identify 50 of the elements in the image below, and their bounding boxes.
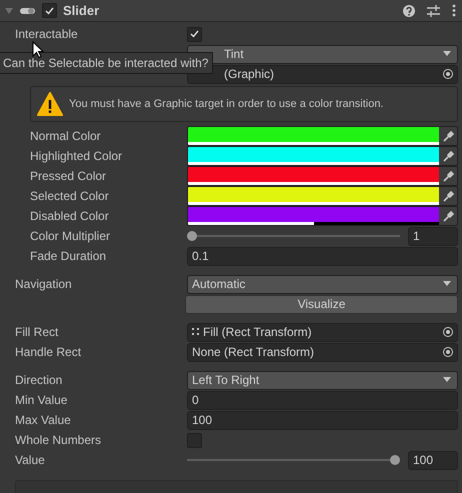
number-field[interactable]: 100 <box>187 410 458 430</box>
cursor-icon <box>32 41 44 58</box>
object-field[interactable]: Fill (Rect Transform) <box>187 322 458 342</box>
number-field[interactable]: 100 <box>408 450 458 470</box>
warning-icon <box>37 92 63 116</box>
number-field[interactable]: 0 <box>187 390 458 410</box>
visualize-button[interactable]: Visualize <box>185 294 458 314</box>
dropdown[interactable]: Automatic <box>187 274 458 294</box>
field-label: Whole Numbers <box>15 433 102 447</box>
number-field[interactable]: 0.1 <box>187 246 458 266</box>
field-label: Highlighted Color <box>30 149 124 163</box>
target-icon[interactable] <box>442 346 454 358</box>
field-label: Normal Color <box>30 129 102 143</box>
component-title: Slider <box>63 3 100 18</box>
field-label: Value <box>15 453 46 467</box>
field-label: Disabled Color <box>30 209 110 223</box>
enable-checkbox[interactable] <box>42 3 57 18</box>
warning-text: You must have a Graphic target in order to use a color transition. <box>69 98 384 110</box>
sliders-icon[interactable] <box>427 4 440 16</box>
slider-thumb[interactable] <box>390 455 400 465</box>
caret-icon <box>442 51 452 57</box>
field-label: Max Value <box>15 413 72 427</box>
tooltip: Can the Selectable be interacted with? <box>0 52 214 74</box>
dropdown[interactable]: Left To Right <box>187 370 458 390</box>
field-label: Fade Duration <box>30 249 108 263</box>
field-label: Direction <box>15 373 64 387</box>
slider-track[interactable] <box>187 455 400 465</box>
checkmark-icon <box>190 30 199 38</box>
field-label: Navigation <box>15 277 73 291</box>
slider-track[interactable] <box>187 231 400 241</box>
caret-icon <box>442 281 452 287</box>
number-field[interactable]: 1 <box>408 226 458 246</box>
target-icon[interactable] <box>442 68 454 80</box>
field-label: Color Multiplier <box>30 229 112 243</box>
target-icon[interactable] <box>442 326 454 338</box>
checkbox[interactable] <box>187 26 202 42</box>
field-label: Fill Rect <box>15 325 60 339</box>
field-label: Min Value <box>15 393 68 407</box>
field-label: Interactable <box>15 27 79 41</box>
help-icon[interactable] <box>403 4 415 16</box>
field-label: Handle Rect <box>15 345 82 359</box>
checkmark-icon <box>45 6 54 14</box>
component-icon <box>20 6 36 14</box>
caret-icon <box>442 377 452 383</box>
field-label: Selected Color <box>30 189 110 203</box>
more-options-icon[interactable] <box>452 4 456 17</box>
slider-thumb[interactable] <box>187 231 197 241</box>
checkbox[interactable] <box>187 432 202 448</box>
object-field[interactable]: None (Rect Transform) <box>187 342 458 362</box>
field-label: Pressed Color <box>30 169 108 183</box>
